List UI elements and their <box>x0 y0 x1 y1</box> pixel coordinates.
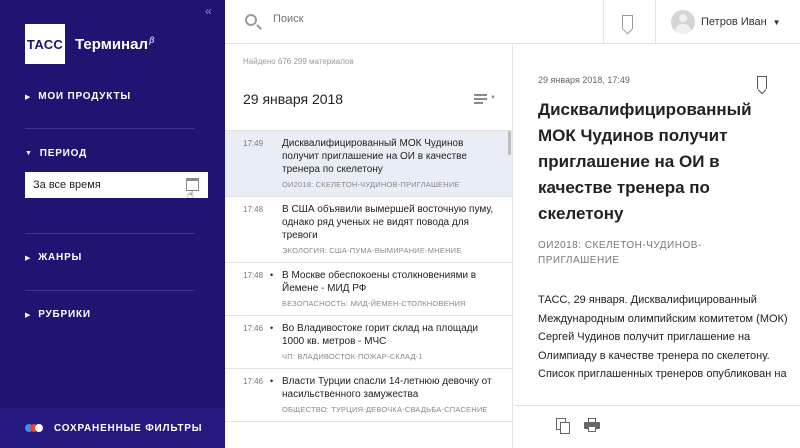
chevron-down-icon: ▼ <box>772 17 781 27</box>
results-count: Найдено 676 299 материалов <box>243 57 354 66</box>
list-item[interactable]: 17:48 В США объявили вымершей восточную … <box>225 197 512 263</box>
section-label: МОИ ПРОДУКТЫ <box>38 91 131 102</box>
news-bullet: • <box>270 323 274 333</box>
period-value: За все время <box>33 179 101 191</box>
white-dot <box>35 424 43 432</box>
period-select[interactable]: За все время ☝ <box>25 172 208 202</box>
news-tag: БЕЗОПАСНОСТЬ: МИД-ЙЕМЕН-СТОЛКНОВЕНИЯ <box>282 299 466 308</box>
news-bullet: • <box>270 376 274 386</box>
list-item[interactable]: 17:49 Дисквалифицированный МОК Чудинов п… <box>225 131 512 197</box>
saved-filters-button[interactable]: СОХРАНЕННЫЕ ФИЛЬТРЫ <box>0 408 225 448</box>
fade-overlay <box>514 391 800 405</box>
news-time: 17:46 <box>243 324 264 333</box>
divider <box>655 0 656 44</box>
divider <box>25 290 195 291</box>
news-time: 17:48 <box>243 205 264 214</box>
sidebar: « ТАСС Терминалβ ▶ МОИ ПРОДУКТЫ ▼ ПЕРИОД… <box>0 0 225 448</box>
article-panel: 29 января 2018, 17:49 Дисквалифицированн… <box>514 45 800 405</box>
divider <box>25 233 195 234</box>
chevron-right-icon: ▶ <box>25 93 32 101</box>
news-tag: ОБЩЕСТВО: ТУРЦИЯ-ДЕВОЧКА-СВАДЬБА-СПАСЕНИ… <box>282 405 488 414</box>
section-label: ЖАНРЫ <box>38 252 83 263</box>
news-tag: ЭКОЛОГИЯ: США-ПУМА-ВЫМИРАНИЕ-МНЕНИЕ <box>282 246 462 255</box>
copy-icon-front <box>560 422 570 434</box>
search-input[interactable] <box>273 13 573 25</box>
news-title: Дисквалифицированный МОК Чудинов получит… <box>282 138 467 175</box>
section-genres[interactable]: ▶ ЖАНРЫ <box>25 252 82 263</box>
news-title: Власти Турции спасли 14-летнюю девочку о… <box>282 376 492 400</box>
section-label: РУБРИКИ <box>38 309 91 320</box>
hand-cursor-icon: ☝ <box>186 188 194 202</box>
print-icon[interactable] <box>584 418 600 432</box>
section-my-products[interactable]: ▶ МОИ ПРОДУКТЫ <box>25 91 131 102</box>
avatar <box>671 10 695 34</box>
chevron-right-icon: ▶ <box>25 311 32 319</box>
app-title: Терминалβ <box>75 35 155 53</box>
chevron-down-icon: ▼ <box>25 150 33 157</box>
news-title: В Москве обеспокоены столкновениями в Йе… <box>282 270 477 294</box>
news-list: 17:49 Дисквалифицированный МОК Чудинов п… <box>225 131 512 422</box>
news-title: Во Владивостоке горит склад на площади 1… <box>282 323 479 347</box>
chevron-right-icon: ▶ <box>25 254 32 262</box>
tass-logo: ТАСС <box>25 24 65 64</box>
article-toolbar <box>514 405 800 448</box>
news-time: 17:48 <box>243 271 264 280</box>
news-list-panel: Найдено 676 299 материалов 29 января 201… <box>225 45 513 448</box>
search-icon[interactable] <box>245 14 257 26</box>
divider <box>603 0 604 44</box>
top-bar: Петров Иван ▼ <box>225 0 800 44</box>
article-tag: ОИ2018: СКЕЛЕТОН-ЧУДИНОВ-ПРИГЛАШЕНИЕ <box>538 240 702 266</box>
bookmark-icon[interactable] <box>757 76 767 89</box>
news-time: 17:46 <box>243 377 264 386</box>
logo[interactable]: ТАСС Терминалβ <box>25 24 155 64</box>
saved-filters-icon <box>25 424 43 432</box>
news-tag: ЧП: ВЛАДИВОСТОК-ПОЖАР-СКЛАД-1 <box>282 352 423 361</box>
sort-line <box>474 94 487 96</box>
article-date: 29 января 2018, 17:49 <box>538 75 630 85</box>
user-menu[interactable]: Петров Иван ▼ <box>671 10 781 34</box>
divider <box>25 128 195 129</box>
news-time: 17:49 <box>243 139 264 148</box>
section-period[interactable]: ▼ ПЕРИОД <box>25 148 87 159</box>
article-body: ТАСС, 29 января. Дисквалифицированный Ме… <box>538 294 788 380</box>
app-title-text: Терминал <box>75 36 148 53</box>
list-item[interactable]: 17:46 • Власти Турции спасли 14-летнюю д… <box>225 369 512 422</box>
bookmark-icon[interactable] <box>622 15 633 29</box>
sort-line <box>474 98 487 100</box>
article-title: Дисквалифицированный МОК Чудинов получит… <box>538 100 752 223</box>
sort-line <box>474 102 483 104</box>
list-item[interactable]: 17:46 • Во Владивостоке горит склад на п… <box>225 316 512 369</box>
saved-filters-label: СОХРАНЕННЫЕ ФИЛЬТРЫ <box>54 422 203 434</box>
news-bullet: • <box>270 270 274 280</box>
list-date-heading: 29 января 2018 <box>243 91 344 107</box>
sort-icon[interactable]: ▼ <box>474 94 496 106</box>
section-rubrics[interactable]: ▶ РУБРИКИ <box>25 309 91 320</box>
news-tag: ОИ2018: СКЕЛЕТОН-ЧУДИНОВ-ПРИГЛАШЕНИЕ <box>282 180 460 189</box>
print-icon-paper <box>588 426 596 432</box>
user-name: Петров Иван <box>701 16 767 28</box>
chevron-down-icon: ▼ <box>490 95 496 101</box>
news-title: В США объявили вымершей восточную пуму, … <box>282 204 494 241</box>
section-label: ПЕРИОД <box>39 148 88 159</box>
copy-icon[interactable] <box>556 418 570 434</box>
collapse-sidebar-icon[interactable]: « <box>205 4 212 18</box>
list-item[interactable]: 17:48 • В Москве обеспокоены столкновени… <box>225 263 512 316</box>
beta-mark: β <box>148 35 155 45</box>
list-scrollbar[interactable] <box>508 131 511 155</box>
